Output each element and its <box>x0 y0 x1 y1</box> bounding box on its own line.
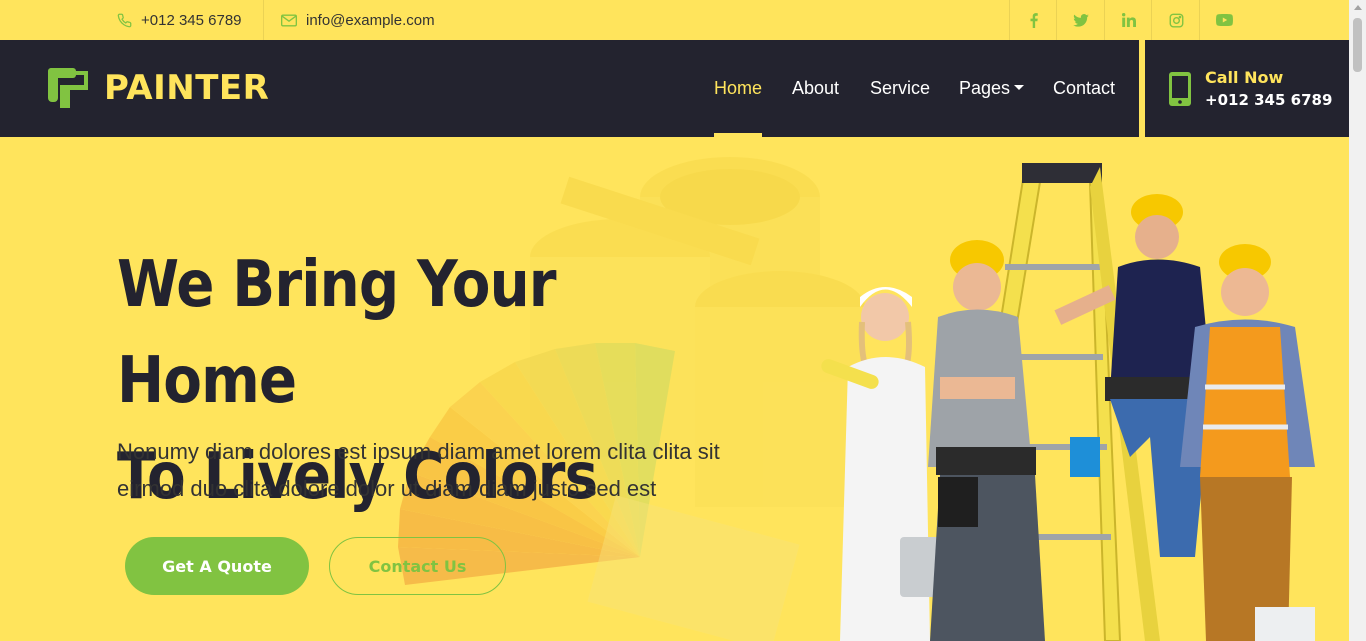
hero-subtitle: Nonumy diam dolores est ipsum diam amet … <box>117 433 817 507</box>
nav-about-label: About <box>792 78 840 98</box>
brand-logo[interactable]: PAINTER <box>48 68 269 108</box>
call-now-number: +012 345 6789 <box>1205 91 1333 109</box>
topbar-email-text: info@example.com <box>306 11 435 29</box>
call-now-title: Call Now <box>1205 68 1284 87</box>
top-bar: +012 345 6789 info@example.com <box>0 0 1349 40</box>
envelope-icon <box>281 14 297 26</box>
scrollbar[interactable] <box>1349 0 1366 641</box>
nav-about[interactable]: About <box>792 40 839 137</box>
topbar-phone[interactable]: +012 345 6789 <box>117 0 242 40</box>
nav-pages-dropdown[interactable]: Pages <box>959 40 1025 137</box>
linkedin-icon[interactable] <box>1105 0 1153 40</box>
nav-home-label: Home <box>714 78 763 98</box>
mobile-phone-icon <box>1169 71 1191 106</box>
nav-pages-label: Pages <box>959 78 1011 98</box>
workers-image <box>821 163 1315 641</box>
hero-subtitle-line1: Nonumy diam dolores est ipsum diam amet … <box>117 439 720 464</box>
scroll-up-arrow-icon[interactable] <box>1354 5 1362 10</box>
hero-title-line1: We Bring Your Home <box>117 248 557 418</box>
brand-name: PAINTER <box>104 68 270 108</box>
nav-service-label: Service <box>870 78 931 98</box>
nav-contact-label: Contact <box>1053 78 1116 98</box>
hero-section: We Bring Your Home To Lively Colors Nonu… <box>0 137 1349 641</box>
topbar-phone-text: +012 345 6789 <box>141 11 242 29</box>
phone-icon <box>117 13 132 27</box>
contact-us-button[interactable]: Contact Us <box>329 537 506 595</box>
nav-contact[interactable]: Contact <box>1053 40 1115 137</box>
topbar-email[interactable]: info@example.com <box>281 0 435 40</box>
navbar: PAINTER Home About Service Pages Contact… <box>0 40 1349 137</box>
call-now-box[interactable]: Call Now +012 345 6789 <box>1145 40 1349 137</box>
youtube-icon[interactable] <box>1200 0 1248 40</box>
instagram-icon[interactable] <box>1152 0 1200 40</box>
nav-service[interactable]: Service <box>870 40 930 137</box>
facebook-icon[interactable] <box>1010 0 1058 40</box>
caret-down-icon <box>1014 85 1025 91</box>
nav-home[interactable]: Home <box>714 40 763 137</box>
scrollbar-thumb[interactable] <box>1353 18 1362 72</box>
get-a-quote-button[interactable]: Get A Quote <box>125 537 309 595</box>
divider <box>263 0 264 40</box>
hero-subtitle-line2: eirmod duo clita dolore dolor ut diam di… <box>117 476 657 501</box>
twitter-icon[interactable] <box>1057 0 1105 40</box>
paint-roller-icon <box>48 68 88 108</box>
